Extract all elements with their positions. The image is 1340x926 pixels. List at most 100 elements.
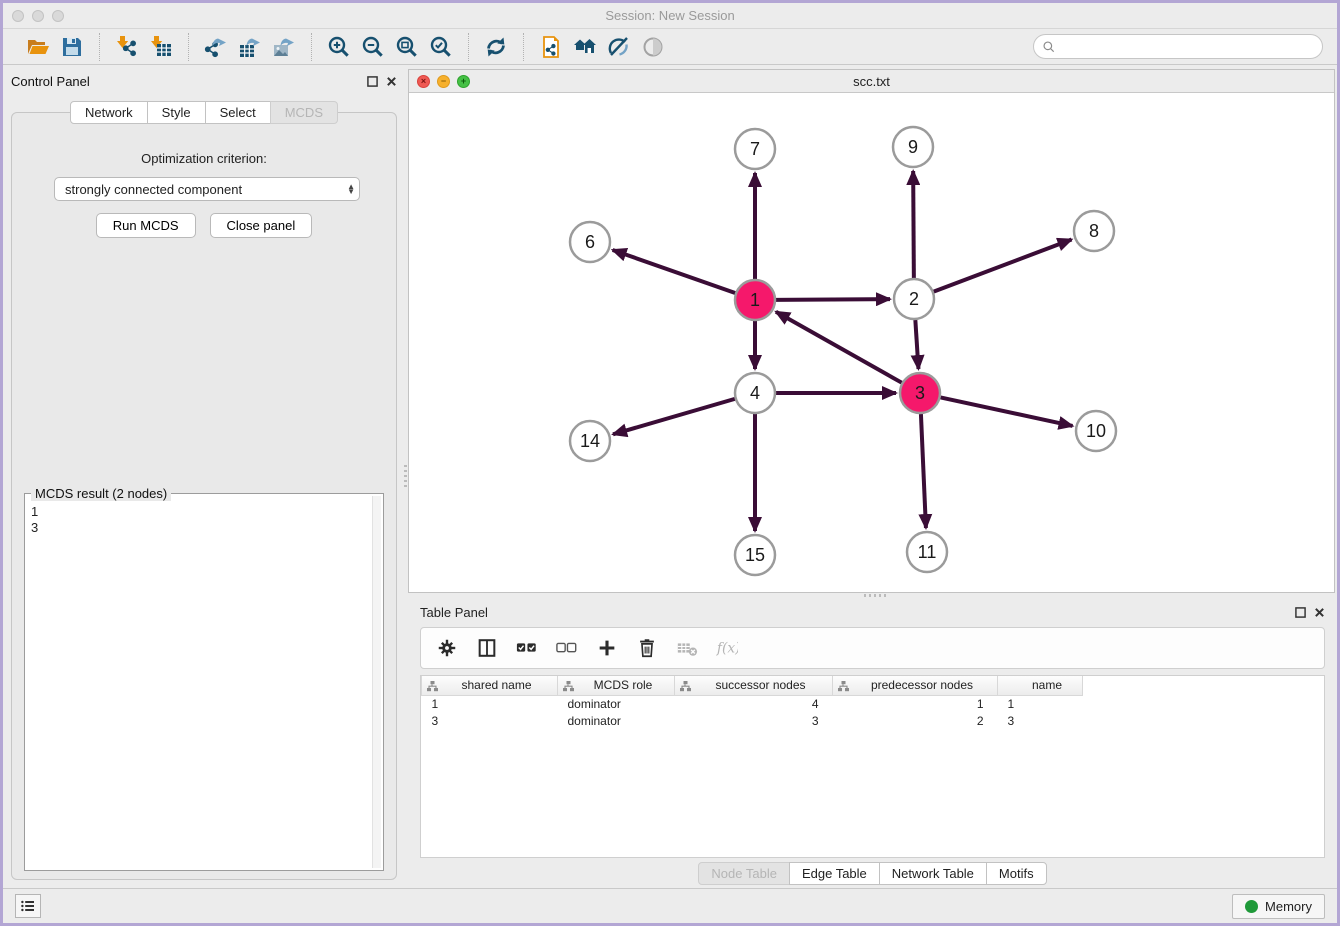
- edge-1-2[interactable]: [776, 299, 890, 300]
- minimize-window-button[interactable]: [32, 10, 44, 22]
- graph-node-7[interactable]: 7: [735, 129, 775, 169]
- column-header-icon: [426, 680, 439, 692]
- tab-network[interactable]: Network: [70, 101, 148, 124]
- column-panel-button[interactable]: [469, 634, 505, 662]
- result-scrollbar[interactable]: [372, 496, 381, 868]
- cell-predecessor-nodes: 2: [833, 712, 998, 729]
- column-header-icon: [837, 680, 850, 692]
- network-canvas[interactable]: 7 9 6 8 1 2 4 3 14 10 15 11: [409, 93, 1334, 592]
- graph-node-4[interactable]: 4: [735, 373, 775, 413]
- zoom-out-button[interactable]: [356, 33, 390, 61]
- zoom-selected-button[interactable]: [424, 33, 458, 61]
- hide-graphics-icon: [607, 35, 631, 59]
- table-tabs: Node TableEdge TableNetwork TableMotifs: [420, 858, 1325, 888]
- graph-node-10[interactable]: 10: [1076, 411, 1116, 451]
- column-panel-icon: [476, 637, 498, 659]
- delete-button[interactable]: [629, 634, 665, 662]
- titlebar: Session: New Session: [3, 3, 1337, 29]
- criterion-select[interactable]: strongly connected component ▲▼: [54, 177, 360, 201]
- unselect-all-button[interactable]: [549, 634, 585, 662]
- column-header-shared-name[interactable]: shared name: [422, 676, 558, 695]
- edge-2-8[interactable]: [934, 239, 1072, 291]
- add-button[interactable]: [589, 634, 625, 662]
- show-graphics-button[interactable]: [636, 33, 670, 61]
- run-mcds-button[interactable]: Run MCDS: [96, 213, 196, 238]
- function-builder-button[interactable]: f(x): [709, 634, 745, 662]
- graph-node-6[interactable]: 6: [570, 222, 610, 262]
- table-settings-button[interactable]: [429, 634, 465, 662]
- node-label: 10: [1086, 421, 1106, 441]
- edge-3-1[interactable]: [776, 312, 902, 383]
- table-tab-motifs[interactable]: Motifs: [986, 862, 1047, 885]
- column-header-successor-nodes[interactable]: successor nodes: [675, 676, 833, 695]
- memory-button[interactable]: Memory: [1232, 894, 1325, 919]
- table-panel-title: Table Panel: [420, 605, 488, 620]
- column-header-name[interactable]: name: [998, 676, 1083, 695]
- table-tab-node-table[interactable]: Node Table: [698, 862, 790, 885]
- edge-4-14[interactable]: [613, 399, 735, 434]
- graph-node-9[interactable]: 9: [893, 127, 933, 167]
- export-image-button[interactable]: [267, 33, 301, 61]
- window-title: Session: New Session: [3, 8, 1337, 23]
- main-toolbar: [3, 29, 1337, 65]
- graph-node-15[interactable]: 15: [735, 535, 775, 575]
- first-neighbors-icon: [573, 35, 597, 59]
- table-row[interactable]: 1dominator411: [422, 695, 1083, 712]
- edge-1-6[interactable]: [613, 250, 736, 293]
- tab-style[interactable]: Style: [147, 101, 206, 124]
- task-history-button[interactable]: [15, 894, 41, 918]
- table-row[interactable]: 3dominator323: [422, 712, 1083, 729]
- apply-layout-button[interactable]: [479, 33, 513, 61]
- graph-node-14[interactable]: 14: [570, 421, 610, 461]
- edge-2-3[interactable]: [915, 320, 918, 369]
- graph-node-2[interactable]: 2: [894, 279, 934, 319]
- horizontal-splitter[interactable]: [408, 593, 1335, 599]
- edge-3-11[interactable]: [921, 414, 926, 528]
- column-header-MCDS-role[interactable]: MCDS role: [558, 676, 675, 695]
- search-box[interactable]: [1033, 34, 1323, 59]
- close-table-panel-icon[interactable]: [1314, 607, 1325, 618]
- maximize-window-button[interactable]: [52, 10, 64, 22]
- network-graph[interactable]: 7 9 6 8 1 2 4 3 14 10 15 11: [409, 93, 1339, 591]
- table-tab-network-table[interactable]: Network Table: [879, 862, 987, 885]
- close-panel-button[interactable]: Close panel: [210, 213, 313, 238]
- export-network-button[interactable]: [199, 33, 233, 61]
- close-panel-icon[interactable]: [386, 76, 397, 87]
- edge-2-9[interactable]: [913, 171, 914, 278]
- table-tab-edge-table[interactable]: Edge Table: [789, 862, 880, 885]
- edge-3-10[interactable]: [941, 397, 1073, 426]
- delete-icon: [636, 637, 658, 659]
- show-graphics-icon: [641, 35, 665, 59]
- unselect-all-icon: [556, 637, 578, 659]
- duplicate-network-button[interactable]: [534, 33, 568, 61]
- node-label: 2: [909, 289, 919, 309]
- float-panel-icon[interactable]: [367, 76, 378, 87]
- graph-node-1[interactable]: 1: [735, 280, 775, 320]
- cell-successor-nodes: 4: [675, 695, 833, 712]
- open-file-button[interactable]: [21, 33, 55, 61]
- export-table-button[interactable]: [233, 33, 267, 61]
- network-window-titlebar: scc.txt × − +: [409, 70, 1334, 93]
- svg-text:f(x): f(x): [716, 641, 738, 657]
- graph-node-3[interactable]: 3: [900, 373, 940, 413]
- graph-node-8[interactable]: 8: [1074, 211, 1114, 251]
- tab-mcds[interactable]: MCDS: [270, 101, 338, 124]
- close-window-button[interactable]: [12, 10, 24, 22]
- first-neighbors-button[interactable]: [568, 33, 602, 61]
- float-table-panel-icon[interactable]: [1295, 607, 1306, 618]
- import-network-button[interactable]: [110, 33, 144, 61]
- zoom-in-button[interactable]: [322, 33, 356, 61]
- delete-table-button[interactable]: [669, 634, 705, 662]
- hide-graphics-button[interactable]: [602, 33, 636, 61]
- graph-node-11[interactable]: 11: [907, 532, 947, 572]
- zoom-fit-button[interactable]: [390, 33, 424, 61]
- table-toolbar: f(x): [420, 627, 1325, 669]
- tab-select[interactable]: Select: [205, 101, 271, 124]
- import-table-button[interactable]: [144, 33, 178, 61]
- zoom-out-icon: [361, 35, 385, 59]
- column-header-predecessor-nodes[interactable]: predecessor nodes: [833, 676, 998, 695]
- search-input[interactable]: [1056, 39, 1322, 54]
- vertical-splitter[interactable]: [403, 65, 408, 888]
- select-all-button[interactable]: [509, 634, 545, 662]
- save-session-button[interactable]: [55, 33, 89, 61]
